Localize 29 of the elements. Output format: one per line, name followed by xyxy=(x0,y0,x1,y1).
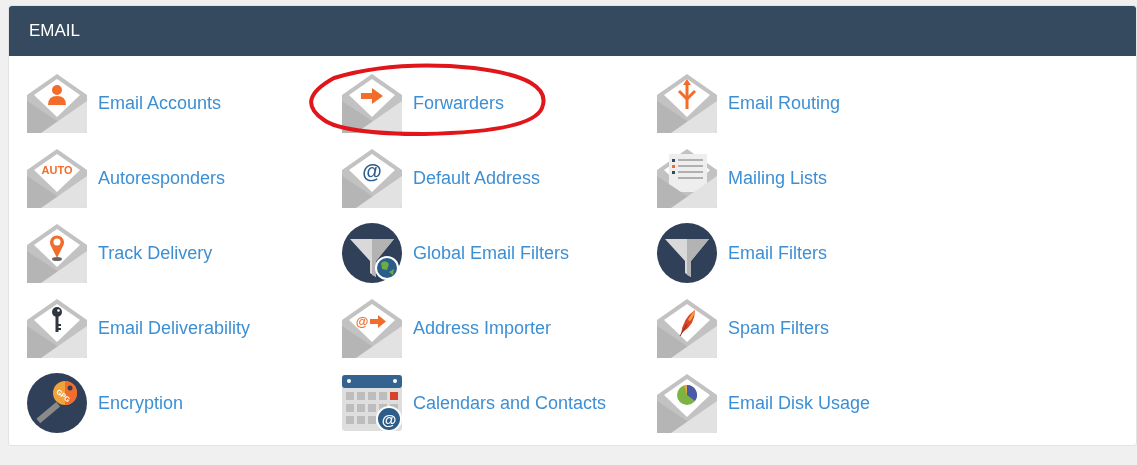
envelope-key-icon[interactable] xyxy=(27,298,87,358)
feature-link[interactable]: Encryption xyxy=(98,392,184,414)
funnel-icon[interactable] xyxy=(657,223,717,283)
envelope-at-icon[interactable]: @ xyxy=(342,148,402,208)
envelope-person-icon[interactable] xyxy=(27,73,87,133)
calendar-icon[interactable]: @ xyxy=(342,373,402,433)
panel-header: EMAIL xyxy=(9,6,1136,56)
feature-link[interactable]: Mailing Lists xyxy=(728,167,828,189)
envelope-arrow-icon[interactable] xyxy=(342,73,402,133)
envelope-feather-icon[interactable] xyxy=(657,298,717,358)
feature-link[interactable]: Email Disk Usage xyxy=(728,392,871,414)
envelope-pie-chart-icon[interactable] xyxy=(657,373,717,433)
envelope-auto-icon[interactable]: AUTO xyxy=(27,148,87,208)
feature-link[interactable]: Default Address xyxy=(413,167,541,189)
feature-link[interactable]: Calendars and Contacts xyxy=(413,392,607,414)
feature-link[interactable]: Track Delivery xyxy=(98,242,213,264)
feature-link[interactable]: Spam Filters xyxy=(728,317,830,339)
feature-link[interactable]: Global Email Filters xyxy=(413,242,570,264)
feature-link[interactable]: Address Importer xyxy=(413,317,552,339)
feature-link[interactable]: Autoresponders xyxy=(98,167,226,189)
funnel-globe-icon[interactable] xyxy=(342,223,402,283)
envelope-fork-icon[interactable] xyxy=(657,73,717,133)
envelope-pin-icon[interactable] xyxy=(27,223,87,283)
feature-link[interactable]: Email Routing xyxy=(728,92,841,114)
envelope-at-arrow-icon[interactable]: @ xyxy=(342,298,402,358)
feature-link[interactable]: Forwarders xyxy=(413,92,505,114)
feature-link[interactable]: Email Deliverability xyxy=(98,317,251,339)
feature-link[interactable]: Email Filters xyxy=(728,242,827,264)
feature-link[interactable]: Email Accounts xyxy=(98,92,222,114)
